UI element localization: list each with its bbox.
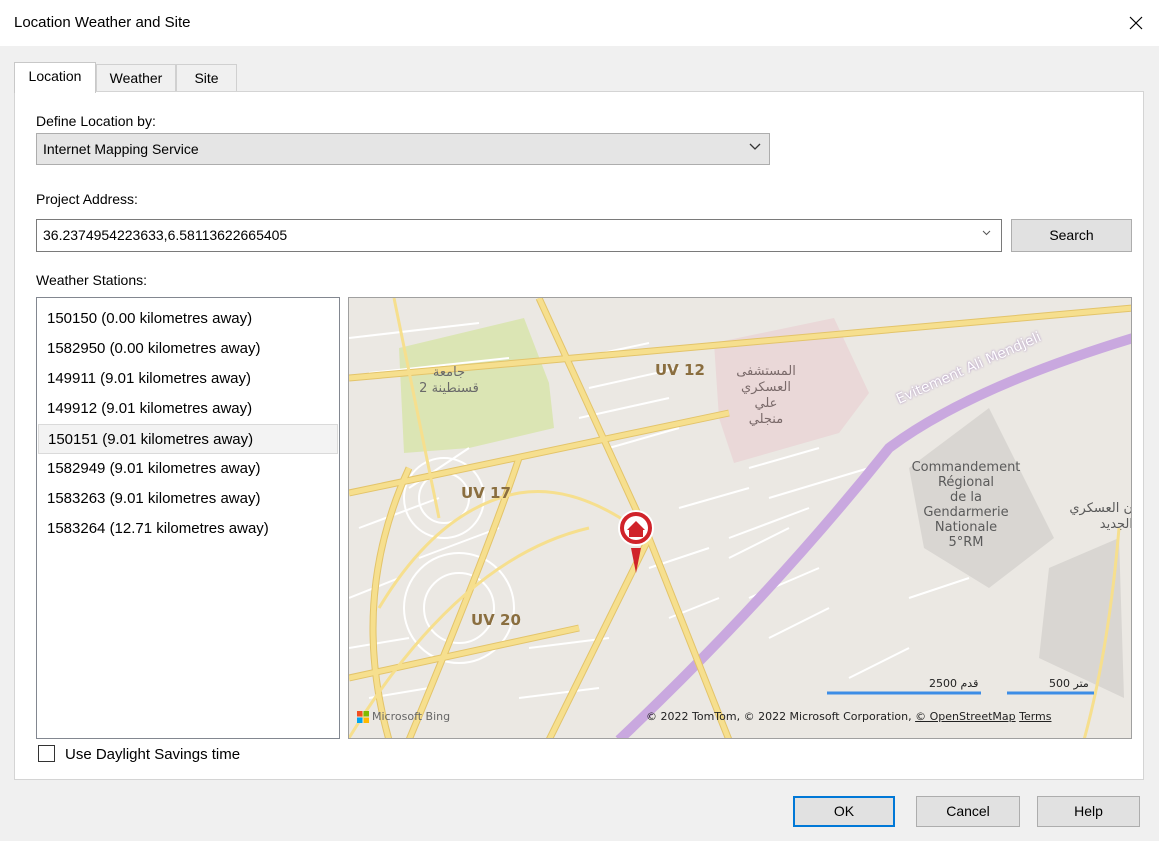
help-button[interactable]: Help [1037, 796, 1140, 827]
chevron-down-icon [982, 230, 991, 236]
terms-link[interactable]: Terms [1019, 710, 1051, 723]
search-button[interactable]: Search [1011, 219, 1132, 252]
bing-brand-text: Microsoft Bing [372, 710, 451, 723]
tab-weather-label: Weather [109, 70, 163, 86]
map-label-gendarmerie-line: Commandement [911, 460, 1021, 475]
microsoft-logo-icon [357, 710, 369, 723]
map-label-university: جامعة قسنطينة 2 [399, 365, 499, 397]
map-label-university-line: قسنطينة 2 [419, 381, 479, 396]
cancel-button[interactable]: Cancel [916, 796, 1020, 827]
map-label-uv12: UV 12 [655, 361, 705, 379]
map-label-gendarmerie-line: Gendarmerie [923, 505, 1009, 520]
scale-feet-label: قدم 2500 [929, 677, 979, 690]
define-location-label: Define Location by: [36, 113, 156, 129]
map-label-gendarmerie-line: de la [950, 490, 982, 505]
list-item[interactable]: 1583264 (12.71 kilometres away) [38, 514, 338, 544]
project-address-input[interactable]: 36.2374954223633,6.58113622665405 [36, 219, 1002, 252]
window-title: Location Weather and Site [14, 14, 191, 31]
tab-weather[interactable]: Weather [96, 64, 176, 92]
map-label-hospital-line: علي [754, 396, 778, 411]
scale-meters-label: متر 500 [1049, 677, 1089, 690]
daylight-savings-checkbox[interactable] [38, 745, 55, 762]
map-view[interactable]: UV 12 UV 17 UV 20 جامعة قسنطينة 2 المستش… [348, 297, 1132, 739]
tab-location[interactable]: Location [14, 62, 96, 93]
map-label-right: ن العسكري الجديد [1049, 501, 1132, 533]
close-button[interactable] [1113, 0, 1159, 46]
tab-location-label: Location [28, 68, 82, 84]
map-label-uv20: UV 20 [471, 611, 521, 629]
tab-site-label: Site [194, 70, 219, 86]
bing-logo: Microsoft Bing [357, 710, 450, 723]
map-label-hospital-line: المستشفى [736, 364, 796, 379]
daylight-savings-label[interactable]: Use Daylight Savings time [65, 746, 240, 763]
list-item[interactable]: 150150 (0.00 kilometres away) [38, 304, 338, 334]
map-label-uv17: UV 17 [461, 484, 511, 502]
map-label-gendarmerie-line: Nationale [934, 520, 998, 535]
ok-button[interactable]: OK [793, 796, 895, 827]
tab-site[interactable]: Site [176, 64, 237, 92]
chevron-down-icon [749, 143, 761, 150]
map-label-university-line: جامعة [432, 365, 466, 380]
osm-link[interactable]: © OpenStreetMap [915, 710, 1016, 723]
map-label-gendarmerie: Commandement Régional de la Gendarmerie … [901, 460, 1031, 550]
project-address-value: 36.2374954223633,6.58113622665405 [43, 227, 288, 243]
map-label-hospital-line: العسكري [741, 380, 791, 395]
project-address-label: Project Address: [36, 191, 138, 207]
list-item[interactable]: 1583263 (9.01 kilometres away) [38, 484, 338, 514]
map-label-right-line: الجديد [1099, 517, 1132, 532]
define-location-select[interactable]: Internet Mapping Service [36, 133, 770, 165]
list-item[interactable]: 1582949 (9.01 kilometres away) [38, 454, 338, 484]
copyright-text: © 2022 TomTom, © 2022 Microsoft Corporat… [646, 710, 912, 723]
map-label-right-line: ن العسكري [1069, 501, 1132, 516]
weather-stations-label: Weather Stations: [36, 272, 148, 288]
map-label-hospital: المستشفى العسكري علي منجلي [721, 364, 811, 428]
close-icon [1129, 16, 1143, 30]
map-label-gendarmerie-line: Régional [937, 475, 995, 490]
list-item[interactable]: 1582950 (0.00 kilometres away) [38, 334, 338, 364]
weather-stations-list[interactable]: 150150 (0.00 kilometres away) 1582950 (0… [36, 297, 340, 739]
map-label-hospital-line: منجلي [748, 412, 784, 427]
list-item[interactable]: 149911 (9.01 kilometres away) [38, 364, 338, 394]
list-item[interactable]: 149912 (9.01 kilometres away) [38, 394, 338, 424]
map-copyright: © 2022 TomTom, © 2022 Microsoft Corporat… [646, 710, 1052, 723]
define-location-value: Internet Mapping Service [43, 141, 199, 157]
map-label-gendarmerie-line: 5°RM [948, 535, 984, 550]
title-bar: Location Weather and Site [0, 0, 1159, 46]
list-item-selected[interactable]: 150151 (9.01 kilometres away) [38, 424, 338, 454]
